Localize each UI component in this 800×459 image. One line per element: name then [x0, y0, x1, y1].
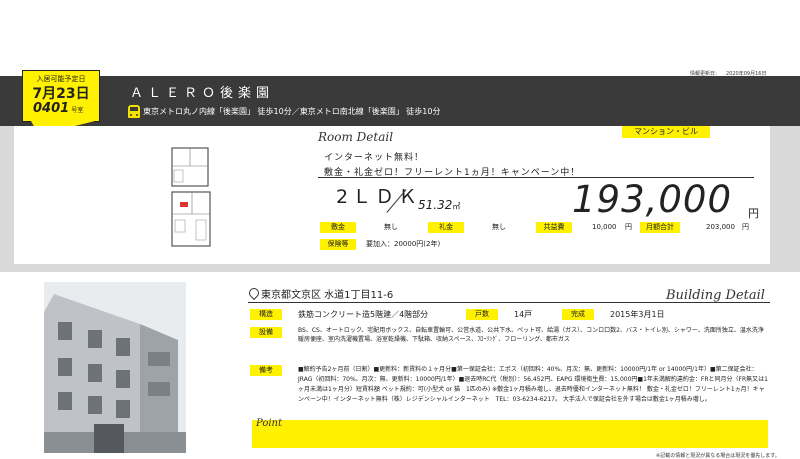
key-money-value: 無し: [492, 223, 506, 231]
units-label: 戸数: [466, 309, 498, 320]
room-number-suffix: 号室: [71, 107, 84, 114]
area-value: 51.32: [418, 198, 453, 212]
common-fee-label: 共益費: [536, 222, 572, 233]
room-number-value: 0401: [33, 101, 70, 116]
building-detail-label: Building Detail: [666, 288, 765, 303]
floorplan-image: [171, 147, 211, 247]
structure-value: 鉄筋コンクリート造5階建／4階部分: [298, 310, 429, 319]
title-bar: [0, 76, 800, 126]
monthly-total-label: 月額合計: [640, 222, 680, 233]
monthly-total-value: 203,000: [706, 223, 735, 231]
building-photo: [44, 282, 186, 453]
common-fee-value: 10,000: [592, 223, 617, 231]
area-unit: ㎡: [452, 202, 461, 211]
point-box: [252, 420, 768, 448]
monthly-total-unit: 円: [742, 223, 749, 231]
train-icon: [128, 105, 140, 118]
key-money-label: 礼金: [428, 222, 464, 233]
room-layout: 2ＬＤＫ: [336, 186, 422, 208]
room-area: 51.32㎡: [418, 198, 460, 212]
property-name: ＡＬＥＲＯ後楽園: [130, 86, 275, 101]
catch-copy-1: インターネット無料！: [324, 153, 425, 163]
building-divider: [248, 302, 770, 303]
common-fee-unit: 円: [625, 223, 632, 231]
map-pin-icon: [248, 288, 258, 300]
completed-value: 2015年3月1日: [610, 310, 665, 319]
remarks-label: 備考: [250, 365, 282, 376]
structure-label: 構造: [250, 309, 282, 320]
guarantee-label: 保険等: [320, 239, 356, 250]
rent-amount: 193,000: [572, 178, 733, 221]
room-detail-label: Room Detail: [318, 130, 394, 144]
address-text: 東京都文京区 水道1丁目11-6: [261, 290, 394, 301]
footnote: ※記載の情報と現況が異なる場合は現況を優先します。: [656, 453, 780, 459]
facilities-value: BS、CS、オートロック、宅配用ボックス、自転車置輪可、公営水道、公共下水、ペッ…: [298, 327, 764, 343]
point-label: Point: [256, 418, 283, 429]
room-number: 0401 号室: [33, 101, 83, 116]
remarks-value: ■解約予告2ヶ月前（日割）■更新料：新賃料の１ヶ月分■第一保証会社：エポス（初回…: [298, 366, 768, 403]
move-in-badge: 入居可能予定日 7月23日 0401 号室: [22, 70, 100, 135]
deposit-label: 敷金: [320, 222, 356, 233]
completed-label: 完成: [562, 309, 594, 320]
facilities-label: 設備: [250, 327, 282, 338]
access-info: 東京メトロ丸ノ内線「後楽園」 徒歩10分／東京メトロ南北線「後楽園」 徒歩10分: [128, 105, 440, 118]
guarantee-value: 要加入：20000円(2年): [366, 240, 441, 248]
units-value: 14戸: [514, 310, 533, 319]
category-badge: マンション・ビル: [622, 126, 710, 138]
move-in-date: 7月23日: [32, 86, 90, 102]
address: 東京都文京区 水道1丁目11-6: [248, 286, 393, 301]
rent-unit: 円: [748, 207, 759, 220]
access-text: 東京メトロ丸ノ内線「後楽園」 徒歩10分／東京メトロ南北線「後楽園」 徒歩10分: [143, 107, 441, 116]
deposit-value: 無し: [384, 223, 398, 231]
